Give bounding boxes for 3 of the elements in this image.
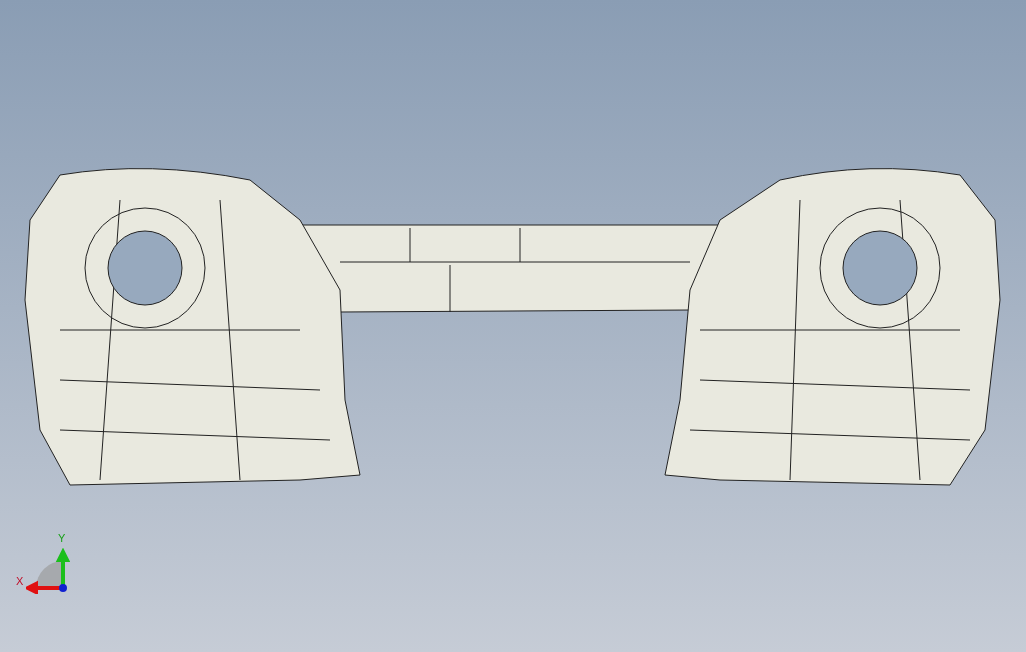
axis-triad-icon: [26, 548, 70, 594]
y-axis-label: Y: [58, 533, 66, 544]
x-axis-label: X: [16, 576, 24, 587]
